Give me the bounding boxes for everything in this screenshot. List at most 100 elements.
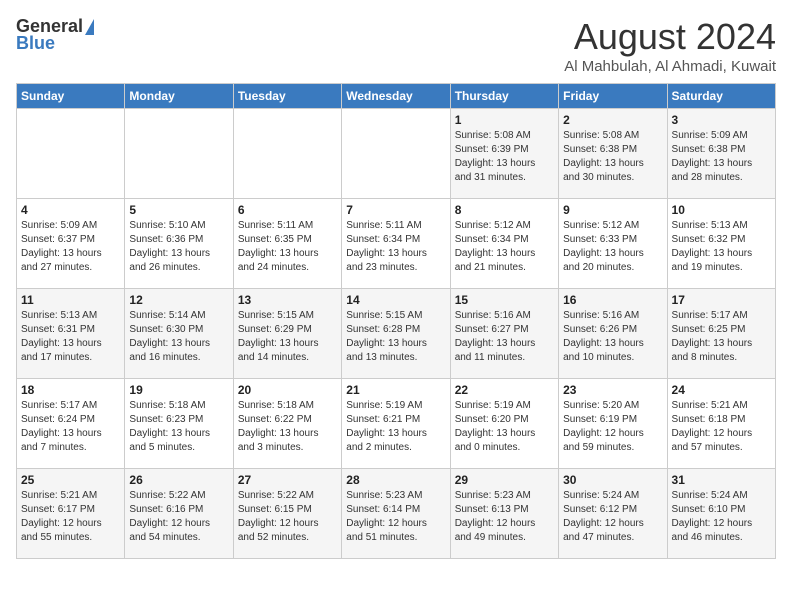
calendar-cell: 20 Sunrise: 5:18 AM Sunset: 6:22 PM Dayli…: [233, 379, 341, 469]
day-number: 26: [129, 473, 228, 487]
day-number: 5: [129, 203, 228, 217]
cell-info: Sunrise: 5:21 AM Sunset: 6:17 PM Dayligh…: [21, 489, 120, 545]
day-number: 18: [21, 383, 120, 397]
day-header-saturday: Saturday: [667, 84, 775, 109]
calendar-cell: 19 Sunrise: 5:18 AM Sunset: 6:23 PM Dayli…: [125, 379, 233, 469]
cell-info: Sunrise: 5:13 AM Sunset: 6:32 PM Dayligh…: [672, 219, 771, 275]
day-number: 27: [238, 473, 337, 487]
title-section: August 2024 Al Mahbulah, Al Ahmadi, Kuwa…: [564, 16, 776, 75]
calendar-cell: 12 Sunrise: 5:14 AM Sunset: 6:30 PM Dayli…: [125, 289, 233, 379]
calendar-cell: 10 Sunrise: 5:13 AM Sunset: 6:32 PM Dayli…: [667, 199, 775, 289]
day-number: 20: [238, 383, 337, 397]
month-year-title: August 2024: [564, 16, 776, 58]
day-header-row: SundayMondayTuesdayWednesdayThursdayFrid…: [17, 84, 776, 109]
day-header-thursday: Thursday: [450, 84, 558, 109]
calendar-cell: 29Sunrise: 5:23 AM Sunset: 6:13 PM Dayli…: [450, 469, 558, 559]
day-number: 24: [672, 383, 771, 397]
day-number: 8: [455, 203, 554, 217]
day-number: 14: [346, 293, 445, 307]
cell-info: Sunrise: 5:14 AM Sunset: 6:30 PM Dayligh…: [129, 309, 228, 365]
calendar-cell: 9 Sunrise: 5:12 AM Sunset: 6:33 PM Daylig…: [559, 199, 667, 289]
calendar-cell: 14 Sunrise: 5:15 AM Sunset: 6:28 PM Dayli…: [342, 289, 450, 379]
week-row-5: 25Sunrise: 5:21 AM Sunset: 6:17 PM Dayli…: [17, 469, 776, 559]
logo: General Blue: [16, 16, 94, 54]
day-number: 23: [563, 383, 662, 397]
logo-blue-text: Blue: [16, 33, 55, 54]
cell-info: Sunrise: 5:19 AM Sunset: 6:21 PM Dayligh…: [346, 399, 445, 455]
cell-info: Sunrise: 5:12 AM Sunset: 6:33 PM Dayligh…: [563, 219, 662, 275]
cell-info: Sunrise: 5:15 AM Sunset: 6:29 PM Dayligh…: [238, 309, 337, 365]
cell-info: Sunrise: 5:23 AM Sunset: 6:14 PM Dayligh…: [346, 489, 445, 545]
cell-info: Sunrise: 5:18 AM Sunset: 6:23 PM Dayligh…: [129, 399, 228, 455]
calendar-cell: 28 Sunrise: 5:23 AM Sunset: 6:14 PM Dayli…: [342, 469, 450, 559]
day-number: 9: [563, 203, 662, 217]
cell-info: Sunrise: 5:13 AM Sunset: 6:31 PM Dayligh…: [21, 309, 120, 365]
day-number: 12: [129, 293, 228, 307]
calendar-cell: 6 Sunrise: 5:11 AM Sunset: 6:35 PM Daylig…: [233, 199, 341, 289]
calendar-cell: 8 Sunrise: 5:12 AM Sunset: 6:34 PM Daylig…: [450, 199, 558, 289]
calendar-cell: 5 Sunrise: 5:10 AM Sunset: 6:36 PM Daylig…: [125, 199, 233, 289]
calendar-cell: 2 Sunrise: 5:08 AM Sunset: 6:38 PM Daylig…: [559, 109, 667, 199]
day-number: 7: [346, 203, 445, 217]
cell-info: Sunrise: 5:22 AM Sunset: 6:16 PM Dayligh…: [129, 489, 228, 545]
day-header-monday: Monday: [125, 84, 233, 109]
day-number: 19: [129, 383, 228, 397]
calendar-cell: 26 Sunrise: 5:22 AM Sunset: 6:16 PM Dayli…: [125, 469, 233, 559]
cell-info: Sunrise: 5:19 AM Sunset: 6:20 PM Dayligh…: [455, 399, 554, 455]
calendar-cell: 27 Sunrise: 5:22 AM Sunset: 6:15 PM Dayli…: [233, 469, 341, 559]
day-number: 13: [238, 293, 337, 307]
calendar-cell: 1Sunrise: 5:08 AM Sunset: 6:39 PM Daylig…: [450, 109, 558, 199]
calendar-cell: 24 Sunrise: 5:21 AM Sunset: 6:18 PM Dayli…: [667, 379, 775, 469]
day-number: 2: [563, 113, 662, 127]
calendar-cell: [342, 109, 450, 199]
cell-info: Sunrise: 5:09 AM Sunset: 6:38 PM Dayligh…: [672, 129, 771, 185]
logo-triangle-icon: [85, 19, 94, 35]
calendar-cell: 7 Sunrise: 5:11 AM Sunset: 6:34 PM Daylig…: [342, 199, 450, 289]
calendar-cell: 15 Sunrise: 5:16 AM Sunset: 6:27 PM Dayli…: [450, 289, 558, 379]
day-number: 6: [238, 203, 337, 217]
calendar-cell: [125, 109, 233, 199]
calendar-cell: 16 Sunrise: 5:16 AM Sunset: 6:26 PM Dayli…: [559, 289, 667, 379]
calendar-cell: [233, 109, 341, 199]
calendar-cell: 18 Sunrise: 5:17 AM Sunset: 6:24 PM Dayli…: [17, 379, 125, 469]
day-number: 4: [21, 203, 120, 217]
day-header-wednesday: Wednesday: [342, 84, 450, 109]
day-number: 17: [672, 293, 771, 307]
calendar-cell: 22Sunrise: 5:19 AM Sunset: 6:20 PM Dayli…: [450, 379, 558, 469]
week-row-1: 1Sunrise: 5:08 AM Sunset: 6:39 PM Daylig…: [17, 109, 776, 199]
cell-info: Sunrise: 5:21 AM Sunset: 6:18 PM Dayligh…: [672, 399, 771, 455]
cell-info: Sunrise: 5:11 AM Sunset: 6:34 PM Dayligh…: [346, 219, 445, 275]
day-number: 31: [672, 473, 771, 487]
cell-info: Sunrise: 5:16 AM Sunset: 6:27 PM Dayligh…: [455, 309, 554, 365]
cell-info: Sunrise: 5:17 AM Sunset: 6:25 PM Dayligh…: [672, 309, 771, 365]
cell-info: Sunrise: 5:20 AM Sunset: 6:19 PM Dayligh…: [563, 399, 662, 455]
cell-info: Sunrise: 5:15 AM Sunset: 6:28 PM Dayligh…: [346, 309, 445, 365]
day-number: 15: [455, 293, 554, 307]
week-row-3: 11Sunrise: 5:13 AM Sunset: 6:31 PM Dayli…: [17, 289, 776, 379]
day-number: 30: [563, 473, 662, 487]
location-text: Al Mahbulah, Al Ahmadi, Kuwait: [564, 58, 776, 75]
calendar-cell: 13 Sunrise: 5:15 AM Sunset: 6:29 PM Dayli…: [233, 289, 341, 379]
page-header: General Blue August 2024 Al Mahbulah, Al…: [16, 16, 776, 75]
day-header-tuesday: Tuesday: [233, 84, 341, 109]
calendar-cell: 23 Sunrise: 5:20 AM Sunset: 6:19 PM Dayli…: [559, 379, 667, 469]
cell-info: Sunrise: 5:22 AM Sunset: 6:15 PM Dayligh…: [238, 489, 337, 545]
calendar-cell: 31Sunrise: 5:24 AM Sunset: 6:10 PM Dayli…: [667, 469, 775, 559]
cell-info: Sunrise: 5:10 AM Sunset: 6:36 PM Dayligh…: [129, 219, 228, 275]
day-number: 3: [672, 113, 771, 127]
week-row-2: 4 Sunrise: 5:09 AM Sunset: 6:37 PM Daylig…: [17, 199, 776, 289]
day-number: 16: [563, 293, 662, 307]
day-number: 1: [455, 113, 554, 127]
day-number: 28: [346, 473, 445, 487]
cell-info: Sunrise: 5:16 AM Sunset: 6:26 PM Dayligh…: [563, 309, 662, 365]
calendar-cell: 3 Sunrise: 5:09 AM Sunset: 6:38 PM Daylig…: [667, 109, 775, 199]
day-number: 21: [346, 383, 445, 397]
cell-info: Sunrise: 5:18 AM Sunset: 6:22 PM Dayligh…: [238, 399, 337, 455]
cell-info: Sunrise: 5:09 AM Sunset: 6:37 PM Dayligh…: [21, 219, 120, 275]
cell-info: Sunrise: 5:11 AM Sunset: 6:35 PM Dayligh…: [238, 219, 337, 275]
cell-info: Sunrise: 5:17 AM Sunset: 6:24 PM Dayligh…: [21, 399, 120, 455]
cell-info: Sunrise: 5:08 AM Sunset: 6:38 PM Dayligh…: [563, 129, 662, 185]
day-number: 10: [672, 203, 771, 217]
cell-info: Sunrise: 5:24 AM Sunset: 6:12 PM Dayligh…: [563, 489, 662, 545]
cell-info: Sunrise: 5:12 AM Sunset: 6:34 PM Dayligh…: [455, 219, 554, 275]
